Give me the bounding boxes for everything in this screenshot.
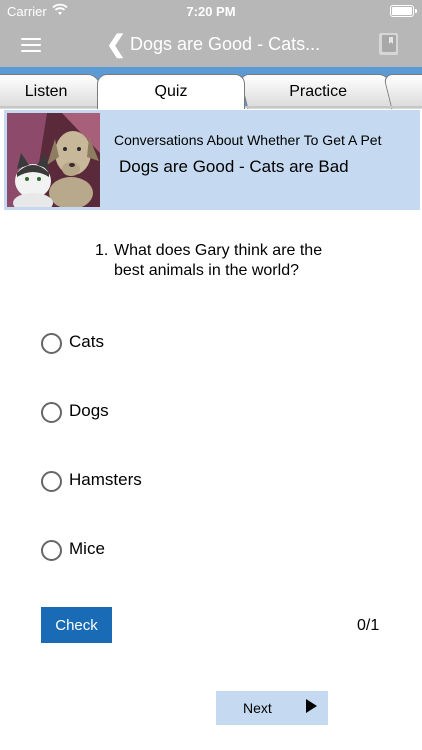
- tab-quiz[interactable]: Quiz: [97, 74, 245, 109]
- radio-button[interactable]: [41, 402, 62, 423]
- top-bar: Carrier 7:20 PM ❮ Dogs are Good - Cats..…: [0, 0, 422, 67]
- battery-icon: [390, 5, 417, 17]
- radio-button[interactable]: [41, 471, 62, 492]
- answer-label: Cats: [69, 332, 104, 351]
- back-chevron-icon[interactable]: ❮: [106, 30, 126, 59]
- hamburger-menu-icon[interactable]: [18, 34, 44, 56]
- tab-quiz-label: Quiz: [154, 83, 188, 100]
- score-counter: 0/1: [357, 617, 380, 634]
- check-button[interactable]: Check: [41, 607, 112, 643]
- tab-practice[interactable]: Practice: [238, 74, 398, 109]
- book-icon[interactable]: [378, 32, 400, 56]
- question-text: What does Gary think are the best animal…: [114, 242, 323, 279]
- question: 1. What does Gary think are the best ani…: [95, 241, 355, 281]
- next-button-label: Next: [243, 700, 272, 716]
- tab-listen[interactable]: Listen: [0, 74, 107, 109]
- radio-button[interactable]: [41, 333, 62, 354]
- lesson-header: Conversations About Whether To Get A Pet…: [4, 110, 420, 210]
- radio-button[interactable]: [41, 540, 62, 561]
- lesson-thumbnail-image: [7, 113, 100, 207]
- tab-practice-label: Practice: [289, 83, 348, 100]
- answer-label: Mice: [69, 539, 105, 558]
- nav-title: Dogs are Good - Cats...: [130, 34, 321, 54]
- answer-label: Hamsters: [69, 470, 142, 489]
- next-button[interactable]: Next: [216, 691, 328, 725]
- tab-listen-label: Listen: [24, 83, 68, 100]
- status-bar: Carrier 7:20 PM: [0, 0, 422, 22]
- play-arrow-icon: [306, 699, 317, 713]
- lesson-title: Dogs are Good - Cats are Bad: [119, 157, 349, 176]
- nav-bar: ❮ Dogs are Good - Cats...: [0, 22, 422, 67]
- answer-label: Dogs: [69, 401, 109, 420]
- lesson-subtitle: Conversations About Whether To Get A Pet: [114, 132, 382, 148]
- status-time: 7:20 PM: [186, 4, 236, 19]
- tab-bar: Listen Practice Quiz: [0, 67, 422, 109]
- question-number: 1.: [95, 242, 109, 259]
